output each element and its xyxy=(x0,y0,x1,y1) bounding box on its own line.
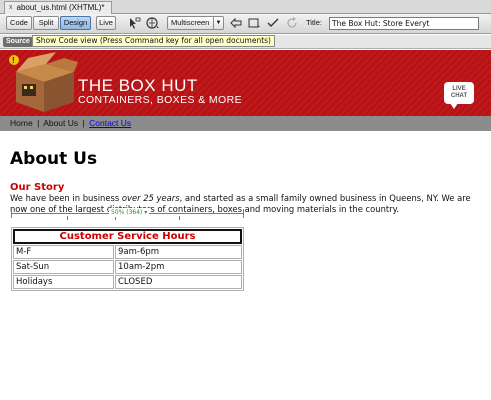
hours-cell[interactable]: CLOSED xyxy=(115,275,242,289)
table-row: M-F 9am-6pm xyxy=(13,245,242,259)
width-label: 50% (364) ▾ xyxy=(109,208,150,217)
day-cell[interactable]: Holidays xyxy=(13,275,114,289)
site-banner: ! THE BOX HUT CONTAINERS, BOXES & MORE L… xyxy=(0,50,491,116)
live-view-button[interactable]: Live xyxy=(96,16,116,30)
document-toolbar: Code Split Design Live Multiscreen ▼ Tit… xyxy=(0,14,491,34)
width-tick-right xyxy=(243,209,244,218)
design-view-button[interactable]: Design xyxy=(60,16,91,30)
hours-table[interactable]: Customer Service Hours M-F 9am-6pm Sat-S… xyxy=(11,227,244,291)
multiscreen-dropdown[interactable]: Multiscreen ▼ xyxy=(167,16,224,30)
document-tab-label: about_us.html (XHTML)* xyxy=(16,3,105,12)
nav-separator: | xyxy=(82,118,85,128)
nav-home[interactable]: Home xyxy=(10,118,33,128)
document-tab[interactable]: x about_us.html (XHTML)* xyxy=(4,1,112,14)
code-view-button[interactable]: Code xyxy=(6,16,32,30)
refresh-icon[interactable] xyxy=(285,16,299,30)
svg-text:!: ! xyxy=(12,56,15,65)
story-text-part1: We have been in business xyxy=(10,193,122,203)
day-cell[interactable]: M-F xyxy=(13,245,114,259)
column-marker xyxy=(179,216,180,220)
visual-aids-icon[interactable] xyxy=(247,16,261,30)
live-chat-line1: LIVE xyxy=(452,86,466,92)
inspect-icon[interactable] xyxy=(127,16,141,30)
hours-cell[interactable]: 10am-2pm xyxy=(115,260,242,274)
browser-preview-icon[interactable] xyxy=(146,16,160,30)
nav-contact-link[interactable]: Contact Us xyxy=(89,118,131,128)
table-row: Holidays CLOSED xyxy=(13,275,242,289)
page-title: About Us xyxy=(10,149,98,169)
site-subtitle: CONTAINERS, BOXES & MORE xyxy=(78,94,243,106)
table-width-indicator[interactable]: 50% (364) ▾ xyxy=(11,208,244,220)
story-heading: Our Story xyxy=(10,182,65,193)
width-tick-left xyxy=(11,209,12,218)
table-caption-row: Customer Service Hours xyxy=(13,229,242,244)
tooltip: Show Code view (Press Command key for al… xyxy=(32,35,275,47)
live-chat-bubble[interactable]: LIVE CHAT xyxy=(444,82,474,109)
hours-table-caption[interactable]: Customer Service Hours xyxy=(13,229,242,244)
column-marker xyxy=(67,216,68,220)
close-tab-icon[interactable]: x xyxy=(9,2,13,14)
site-nav: Home | About Us | Contact Us xyxy=(0,116,491,131)
live-chat-line2: CHAT xyxy=(450,93,468,99)
multiscreen-label: Multiscreen xyxy=(171,18,210,27)
document-tab-bar: x about_us.html (XHTML)* xyxy=(0,0,491,14)
day-cell[interactable]: Sat-Sun xyxy=(13,260,114,274)
table-row: Sat-Sun 10am-2pm xyxy=(13,260,242,274)
split-view-button[interactable]: Split xyxy=(33,16,59,30)
design-view[interactable]: ! THE BOX HUT CONTAINERS, BOXES & MORE L… xyxy=(0,50,491,400)
box-logo-icon: ! xyxy=(8,52,78,114)
document-title-input[interactable]: The Box Hut: Store Everyt xyxy=(329,17,479,30)
chevron-down-icon: ▼ xyxy=(213,17,223,29)
file-management-icon[interactable] xyxy=(229,16,243,30)
nav-separator: | xyxy=(37,118,40,128)
nav-about[interactable]: About Us xyxy=(43,118,78,128)
source-code-tab[interactable]: Source xyxy=(3,37,33,47)
hours-cell[interactable]: 9am-6pm xyxy=(115,245,242,259)
validate-icon[interactable] xyxy=(266,16,280,30)
title-label: Title: xyxy=(306,18,322,27)
site-title: THE BOX HUT xyxy=(78,76,198,95)
story-emphasis: over 25 years xyxy=(121,193,180,203)
